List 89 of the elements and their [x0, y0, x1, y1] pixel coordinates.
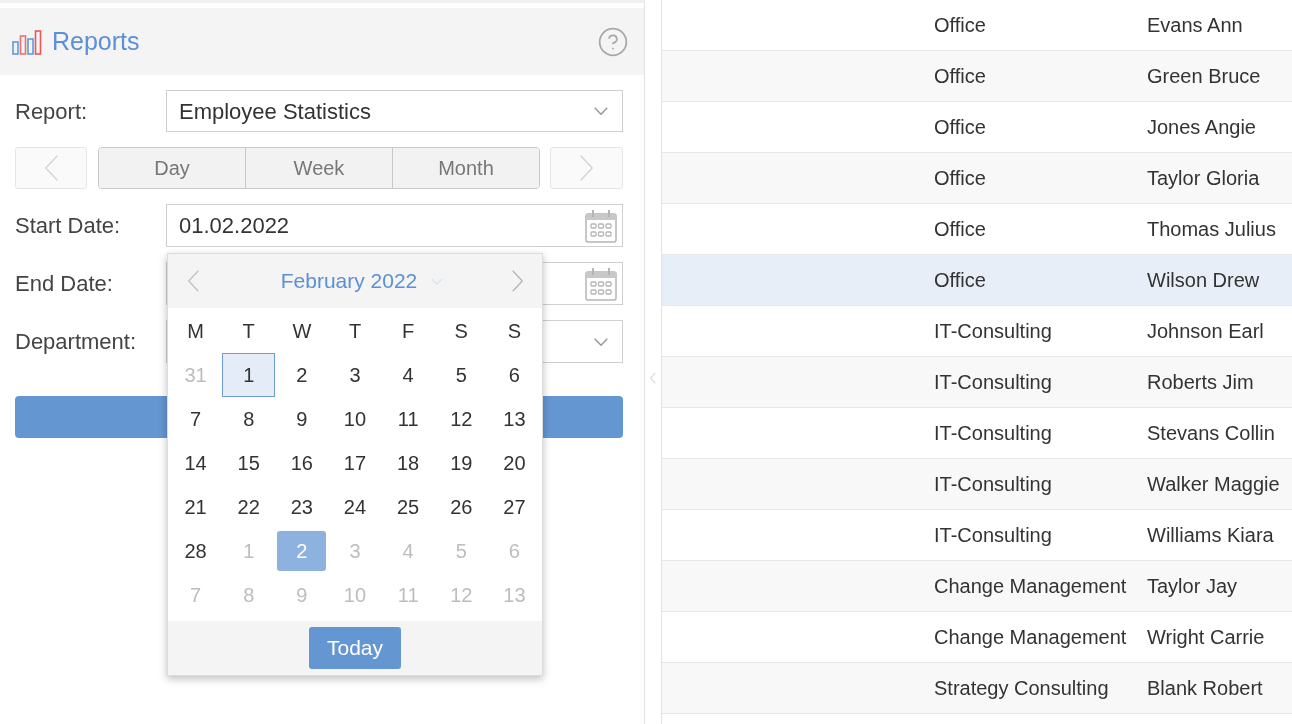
table-cell-text: Wright Carrie — [1147, 625, 1265, 650]
calendar-day[interactable]: 18 — [381, 441, 435, 485]
table-cell-text: Change Management — [934, 625, 1128, 650]
calendar-day[interactable]: 28 — [169, 529, 223, 573]
table-cell-text: IT-Consulting — [934, 319, 1053, 344]
chevron-right-icon — [580, 155, 593, 181]
table-cell-text: Green Bruce — [1147, 64, 1261, 89]
weekday-label: F — [402, 318, 415, 344]
table-cell-text: Thomas Julius — [1147, 217, 1276, 242]
field-label: Start Date: — [15, 212, 122, 240]
chevron-right-icon — [511, 270, 523, 292]
help-icon[interactable] — [597, 25, 629, 58]
weekday-label: S — [507, 318, 522, 344]
calendar-day[interactable]: 22 — [222, 485, 276, 529]
table-cell-text: Strategy Consulting — [934, 676, 1110, 701]
calendar-day[interactable]: 1 — [222, 353, 276, 397]
calendar-icon[interactable] — [585, 266, 617, 301]
calendar-day[interactable]: 16 — [275, 441, 329, 485]
field-label: End Date: — [15, 270, 114, 298]
calendar-day[interactable]: 5 — [434, 353, 488, 397]
field-label: Department: — [15, 328, 138, 356]
table-cell-text: Walker Maggie — [1147, 472, 1280, 497]
table-cell-text: Office — [934, 115, 987, 140]
calendar-day[interactable]: 10 — [328, 397, 382, 441]
report-select[interactable]: Employee Statistics — [166, 90, 623, 132]
calendar-icon[interactable] — [585, 208, 617, 243]
calendar-day[interactable]: 9 — [275, 397, 329, 441]
calendar-day[interactable]: 17 — [328, 441, 382, 485]
table-cell-text: Office — [934, 13, 987, 38]
calendar-day[interactable]: 25 — [381, 485, 435, 529]
table-cell-text: Evans Ann — [1147, 13, 1243, 38]
table-cell-text: IT-Consulting — [934, 421, 1053, 446]
calendar-day[interactable]: 15 — [222, 441, 276, 485]
calendar-day[interactable]: 12 — [434, 397, 488, 441]
table-row[interactable]: Office Green Bruce — [662, 51, 1292, 102]
calendar-day[interactable]: 2 — [275, 353, 329, 397]
calendar-day[interactable]: 4 — [381, 353, 435, 397]
table-row[interactable]: IT-Consulting Roberts Jim — [662, 357, 1292, 408]
chevron-down-icon — [594, 107, 608, 115]
weekday-label: W — [292, 318, 312, 344]
table-cell-text: IT-Consulting — [934, 472, 1053, 497]
table-cell-text: Taylor Gloria — [1147, 166, 1260, 191]
calendar-day[interactable]: 13 — [487, 397, 541, 441]
weekday-label: S — [454, 318, 468, 344]
calendar-day[interactable]: 19 — [434, 441, 488, 485]
table-row[interactable]: IT-Consulting Walker Maggie — [662, 459, 1292, 510]
calendar-day[interactable]: 21 — [169, 485, 223, 529]
table-cell-text: Office — [934, 64, 987, 89]
bar-chart-icon — [12, 28, 42, 55]
table-cell-text: IT-Consulting — [934, 523, 1053, 548]
chevron-left-icon — [187, 270, 199, 292]
table-cell-text: Office — [934, 166, 987, 191]
table-cell-text: Office — [934, 268, 987, 293]
chevron-down-icon — [594, 337, 608, 346]
table-cell-text: Wilson Drew — [1147, 268, 1260, 293]
table-cell-text: Blank Robert — [1147, 676, 1263, 701]
calendar-day[interactable]: 27 — [487, 485, 541, 529]
calendar-day[interactable]: 23 — [275, 485, 329, 529]
chevron-left-icon — [44, 155, 58, 181]
table-cell-text: Williams Kiara — [1147, 523, 1274, 548]
calendar-day[interactable]: 26 — [434, 485, 488, 529]
table-cell-text: Roberts Jim — [1147, 370, 1254, 395]
table-row[interactable]: Strategy Consulting Blank Robert — [662, 663, 1292, 714]
table-cell-text: Change Management — [934, 574, 1128, 599]
calendar-day[interactable]: 7 — [169, 397, 223, 441]
calendar-day[interactable]: 20 — [487, 441, 541, 485]
table-row[interactable]: Change Management Taylor Jay — [662, 561, 1292, 612]
table-row[interactable]: Office Taylor Gloria — [662, 153, 1292, 204]
table-cell-text: IT-Consulting — [934, 370, 1053, 395]
weekday-label: T — [348, 318, 362, 344]
table-cell-text: Office — [934, 217, 987, 242]
calendar-day[interactable]: 6 — [487, 353, 541, 397]
table-cell-text: Stevans Collin — [1147, 421, 1275, 446]
table-cell-text: Johnson Earl — [1147, 319, 1264, 344]
period-tab[interactable]: Month — [392, 148, 539, 188]
start-date-field[interactable]: 01.02.2022 — [166, 204, 623, 247]
panel-title: Reports — [52, 25, 140, 57]
field-label: Report: — [15, 97, 89, 126]
calendar-day[interactable]: 8 — [222, 397, 276, 441]
calendar-day[interactable]: 14 — [169, 441, 223, 485]
table-cell-text: Jones Angie — [1147, 115, 1256, 140]
table-row[interactable]: Office Wilson Drew — [662, 255, 1292, 306]
calendar-day[interactable]: 24 — [328, 485, 382, 529]
calendar-day[interactable]: 3 — [328, 353, 382, 397]
calendar-day[interactable]: 11 — [381, 397, 435, 441]
table-cell-text: Taylor Jay — [1147, 574, 1238, 599]
weekday-label: T — [242, 318, 255, 344]
chevron-down-icon — [431, 277, 444, 285]
weekday-label: M — [187, 318, 204, 344]
